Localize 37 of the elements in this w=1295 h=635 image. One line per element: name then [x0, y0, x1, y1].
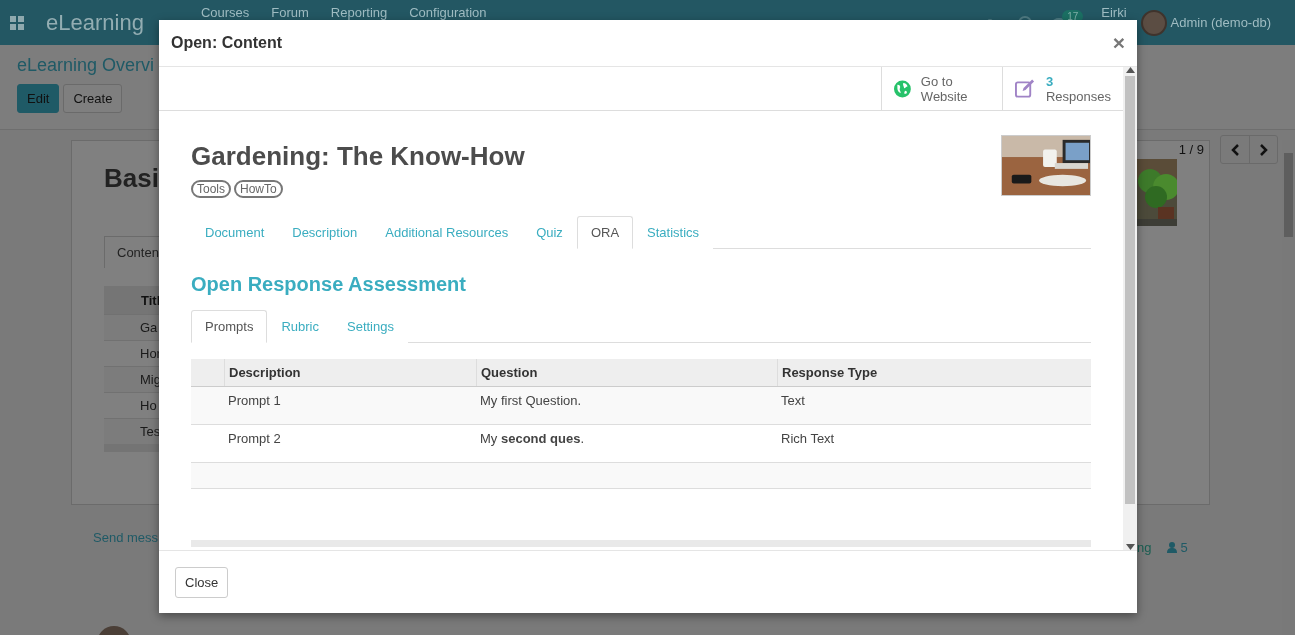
scroll-down-icon[interactable] [1125, 544, 1135, 550]
scroll-up-icon[interactable] [1125, 67, 1135, 73]
company-name[interactable]: Eirki [1101, 5, 1127, 20]
subtab[interactable]: Prompts [191, 310, 268, 343]
form-tab[interactable]: ORA [576, 216, 634, 249]
column-header[interactable]: Description [224, 359, 476, 386]
table-cell-text: Rich Text [780, 430, 836, 448]
person-icon [1167, 542, 1178, 553]
dialog-title: Open: Content [171, 34, 283, 52]
column-header[interactable]: Question [476, 359, 777, 386]
record-title: Basi [104, 163, 160, 194]
menu-item[interactable]: Reporting [330, 5, 388, 20]
user-name[interactable]: Admin (demo-db) [1170, 15, 1271, 30]
content-title: Gardening: The Know-How [191, 141, 525, 172]
app-name: eLearning [46, 9, 144, 36]
edit-icon [1015, 78, 1036, 99]
pager-text: 1 / 9 [1178, 142, 1204, 157]
tag: HowTo [234, 180, 283, 198]
menu-item[interactable]: Forum [271, 5, 309, 20]
edit-button[interactable]: Edit [17, 84, 60, 113]
globe-icon [894, 78, 911, 99]
apps-icon[interactable] [10, 15, 24, 30]
section-title: Open Response Assessment [191, 273, 467, 296]
table-cell-text: Prompt 2 [227, 430, 282, 448]
table-cell-text: Text [780, 392, 806, 410]
create-button[interactable]: Create [63, 84, 123, 113]
close-button[interactable]: Close [175, 566, 229, 598]
tag: Tools [191, 180, 231, 198]
next-icon[interactable] [1259, 143, 1268, 156]
table-cell-text: My first Question. [479, 392, 583, 410]
dialog-scrollbar[interactable] [1123, 67, 1137, 550]
table-cell-text: My second ques. [479, 430, 586, 448]
previous-icon[interactable] [1231, 143, 1239, 156]
menu-item[interactable]: Configuration [409, 5, 487, 20]
column-header[interactable]: Response Type [777, 359, 1091, 386]
table-cell-text: Prompt 1 [227, 392, 282, 410]
menu-item[interactable]: Courses [200, 5, 250, 20]
